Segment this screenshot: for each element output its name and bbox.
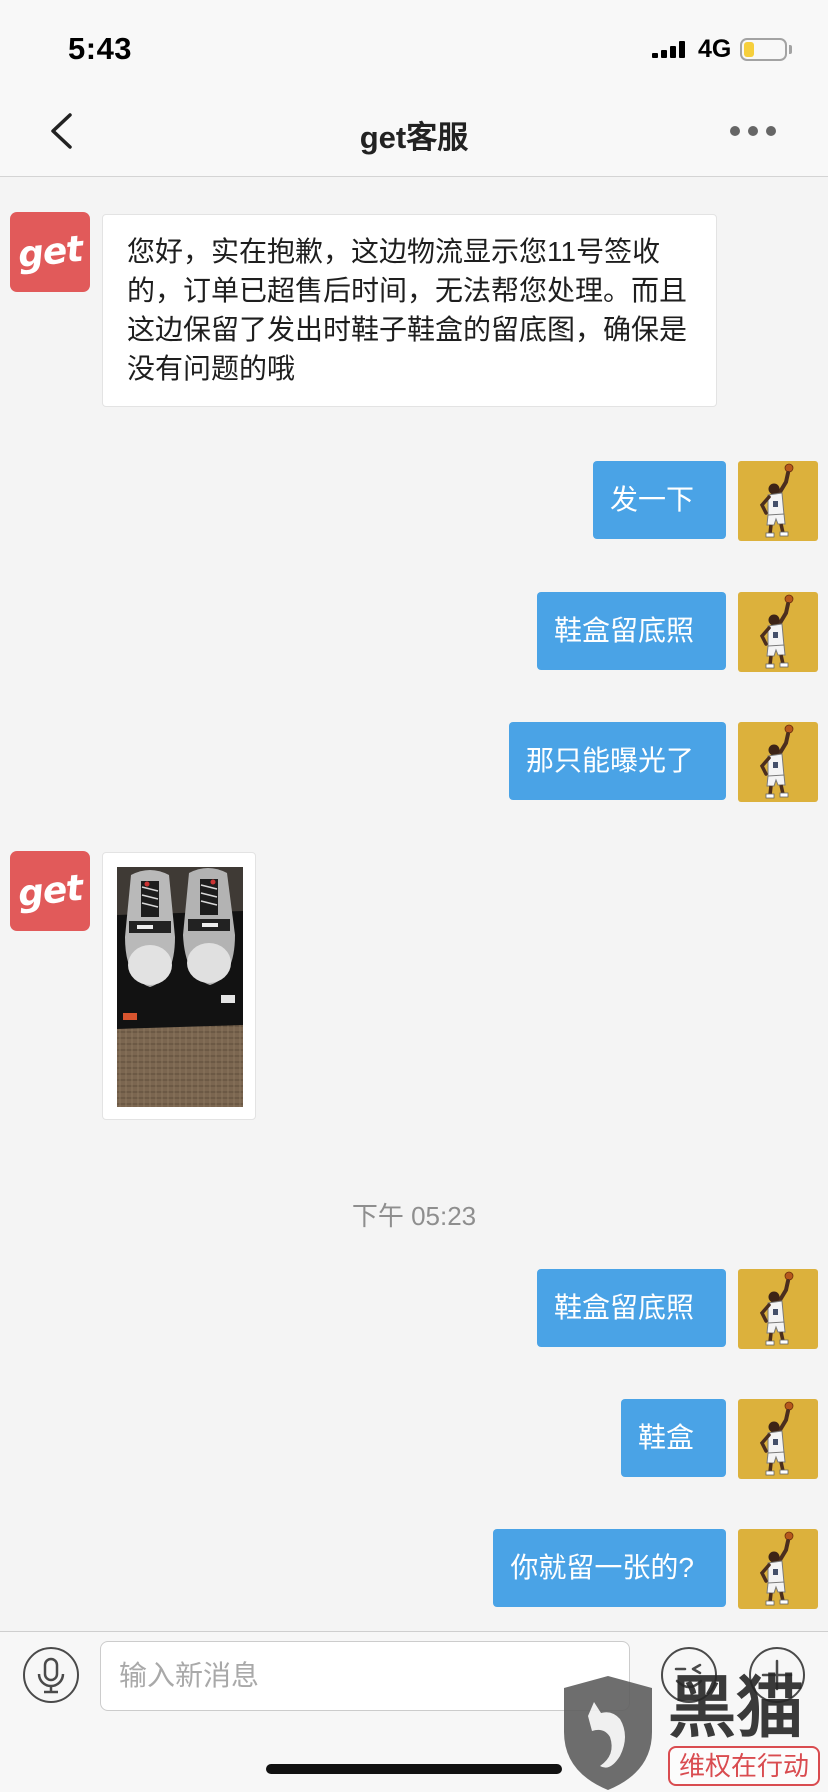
user-avatar[interactable] <box>738 1529 818 1609</box>
signal-bar <box>670 46 676 58</box>
status-time: 5:43 <box>68 31 133 66</box>
chat-timestamp: 下午 05:23 <box>351 1201 477 1231</box>
battery-tip <box>789 45 792 54</box>
incoming-message-bubble: 您好，实在抱歉，这边物流显示您11号签收的，订单已超售后时间，无法帮您处理。而且… <box>102 214 717 407</box>
avatar-logo-text: get <box>15 867 85 915</box>
avatar-logo-text: get <box>15 228 85 276</box>
user-avatar[interactable] <box>738 592 818 672</box>
agent-avatar[interactable]: get <box>10 212 90 292</box>
incoming-image-bubble[interactable] <box>102 852 256 1120</box>
outgoing-message-bubble: 那只能曝光了 <box>508 722 726 800</box>
user-avatar[interactable] <box>738 1269 818 1349</box>
outgoing-message-bubble: 你就留一张的? <box>493 1529 726 1607</box>
message-text: 您好，实在抱歉，这边物流显示您11号签收的，订单已超售后时间，无法帮您处理。而且… <box>127 236 688 384</box>
network-type: 4G <box>698 35 732 63</box>
home-indicator[interactable] <box>266 1764 562 1774</box>
outgoing-message-bubble: 发一下 <box>592 461 726 539</box>
outgoing-message-bubble: 鞋盒留底照 <box>536 1269 726 1347</box>
more-dots-icon[interactable] <box>730 124 776 138</box>
plus-icon[interactable] <box>748 1646 806 1704</box>
page-title: get客服 <box>359 120 469 155</box>
microphone-icon[interactable] <box>22 1646 80 1704</box>
user-avatar[interactable] <box>738 1399 818 1479</box>
battery-icon <box>740 38 787 61</box>
emoji-icon[interactable] <box>660 1646 718 1704</box>
signal-bar <box>679 41 685 58</box>
more-dot <box>766 126 776 136</box>
signal-strength-icon <box>652 41 685 58</box>
signal-bar <box>652 53 658 58</box>
user-avatar[interactable] <box>738 461 818 541</box>
more-dot <box>730 126 740 136</box>
shoe-photo[interactable] <box>117 867 243 1107</box>
more-dot <box>748 126 758 136</box>
user-avatar[interactable] <box>738 722 818 802</box>
battery-fill <box>744 42 754 57</box>
signal-bar <box>661 50 667 58</box>
outgoing-message-bubble: 鞋盒 <box>620 1399 726 1477</box>
message-input[interactable] <box>100 1641 630 1711</box>
agent-avatar[interactable]: get <box>10 851 90 931</box>
outgoing-message-bubble: 鞋盒留底照 <box>536 592 726 670</box>
